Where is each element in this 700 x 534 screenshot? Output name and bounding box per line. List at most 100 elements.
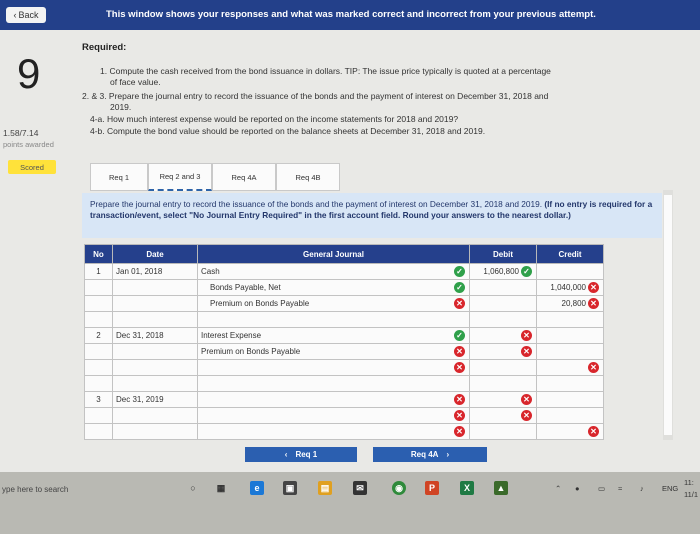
tab-req-1[interactable]: Req 1 — [90, 163, 148, 191]
requirement-2-3: 2. & 3. Prepare the journal entry to rec… — [82, 91, 549, 101]
network-icon[interactable]: ● — [575, 484, 580, 493]
entry-number — [84, 359, 113, 376]
debit-field[interactable] — [469, 375, 537, 392]
journal-row: Premium on Bonds Payable ✕ 20,800 ✕ — [84, 295, 604, 312]
tab-req-4a[interactable]: Req 4A — [212, 163, 276, 191]
journal-row — [84, 375, 604, 392]
entry-number — [84, 311, 113, 328]
taskbar-search-input[interactable]: ype here to search — [0, 478, 182, 500]
tab-req-4b[interactable]: Req 4B — [276, 163, 340, 191]
back-button[interactable]: ‹ Back — [6, 7, 46, 23]
entry-date[interactable] — [112, 407, 198, 424]
instructions-box: Prepare the journal entry to record the … — [82, 193, 662, 238]
credit-field[interactable] — [536, 375, 604, 392]
account-field[interactable]: Premium on Bonds Payable ✕ — [197, 295, 470, 312]
requirement-2-3-cont: 2019. — [110, 102, 132, 112]
journal-row: ✕ ✕ — [84, 407, 604, 424]
debit-field[interactable] — [469, 359, 537, 376]
incorrect-x-icon: ✕ — [588, 362, 599, 373]
clock-time[interactable]: 11: — [684, 478, 694, 487]
app-icon[interactable]: ▲ — [494, 481, 508, 495]
entry-date[interactable] — [112, 343, 198, 360]
store-icon[interactable]: ▣ — [283, 481, 297, 495]
entry-number: 2 — [84, 327, 113, 344]
journal-table: No Date General Journal Debit Credit 1 Ja… — [84, 244, 604, 440]
account-field[interactable]: ✕ — [197, 359, 470, 376]
wifi-icon[interactable]: ≈ — [618, 484, 622, 493]
question-number: 9 — [17, 50, 41, 97]
journal-row: Bonds Payable, Net ✓ 1,040,000 ✕ — [84, 279, 604, 296]
account-field[interactable]: Interest Expense ✓ — [197, 327, 470, 344]
credit-field[interactable]: ✕ — [536, 423, 604, 440]
task-view-icon[interactable]: ▦ — [214, 481, 228, 495]
journal-row — [84, 311, 604, 328]
debit-field[interactable]: 1,060,800 ✓ — [469, 263, 537, 280]
debit-field[interactable]: ✕ — [469, 407, 537, 424]
tab-req-2-and-3[interactable]: Req 2 and 3 — [148, 163, 212, 191]
debit-field[interactable]: ✕ — [469, 391, 537, 408]
powerpoint-icon[interactable]: P — [425, 481, 439, 495]
chrome-icon[interactable]: ◉ — [392, 481, 406, 495]
account-field[interactable] — [197, 311, 470, 328]
credit-field[interactable] — [536, 311, 604, 328]
credit-field-value — [586, 347, 600, 356]
account-field[interactable]: Cash ✓ — [197, 263, 470, 280]
clock-date[interactable]: 11/1 — [684, 490, 698, 499]
credit-field[interactable] — [536, 263, 604, 280]
credit-field[interactable] — [536, 327, 604, 344]
credit-field-value — [586, 379, 600, 388]
microphone-icon[interactable]: ○ — [186, 481, 200, 495]
credit-field-value — [586, 411, 600, 420]
entry-number — [84, 295, 113, 312]
entry-date[interactable] — [112, 295, 198, 312]
prev-req-button[interactable]: ‹ Req 1 — [245, 447, 357, 462]
file-explorer-icon[interactable]: ▤ — [318, 481, 332, 495]
scrollbar-thumb[interactable] — [664, 195, 672, 435]
debit-field-value — [519, 315, 533, 324]
debit-field[interactable] — [469, 311, 537, 328]
entry-date[interactable] — [112, 359, 198, 376]
edge-browser-icon[interactable]: e — [250, 481, 264, 495]
credit-field[interactable] — [536, 391, 604, 408]
incorrect-x-icon: ✕ — [454, 426, 465, 437]
account-field[interactable]: Premium on Bonds Payable ✕ — [197, 343, 470, 360]
debit-field[interactable] — [469, 279, 537, 296]
entry-date[interactable]: Dec 31, 2018 — [112, 327, 198, 344]
debit-field[interactable]: ✕ — [469, 343, 537, 360]
account-field[interactable]: ✕ — [197, 391, 470, 408]
debit-field[interactable]: ✕ — [469, 327, 537, 344]
scored-badge: Scored — [8, 160, 56, 174]
entry-date[interactable] — [112, 423, 198, 440]
account-field[interactable] — [197, 375, 470, 392]
credit-field[interactable]: 20,800 ✕ — [536, 295, 604, 312]
incorrect-x-icon: ✕ — [521, 346, 532, 357]
header-date: Date — [112, 244, 198, 264]
debit-field-value — [519, 283, 533, 292]
credit-field[interactable] — [536, 343, 604, 360]
tray-chevron-icon[interactable]: ⌃ — [555, 484, 561, 493]
credit-field[interactable]: 1,040,000 ✕ — [536, 279, 604, 296]
debit-field[interactable] — [469, 423, 537, 440]
account-field[interactable]: ✕ — [197, 407, 470, 424]
account-field[interactable]: Bonds Payable, Net ✓ — [197, 279, 470, 296]
language-indicator[interactable]: ENG — [662, 484, 678, 493]
next-req-button[interactable]: Req 4A › — [373, 447, 487, 462]
credit-field-value — [586, 315, 600, 324]
entry-date[interactable]: Dec 31, 2019 — [112, 391, 198, 408]
entry-number-value: 1 — [96, 267, 101, 276]
mail-icon[interactable]: ✉ — [353, 481, 367, 495]
credit-field[interactable]: ✕ — [536, 359, 604, 376]
correct-check-icon: ✓ — [454, 282, 465, 293]
entry-date[interactable]: Jan 01, 2018 — [112, 263, 198, 280]
incorrect-x-icon: ✕ — [588, 282, 599, 293]
score-label: points awarded — [3, 140, 54, 149]
excel-icon[interactable]: X — [460, 481, 474, 495]
entry-date[interactable] — [112, 375, 198, 392]
entry-date[interactable] — [112, 311, 198, 328]
debit-field[interactable] — [469, 295, 537, 312]
volume-icon[interactable]: ♪ — [640, 484, 644, 493]
account-field[interactable]: ✕ — [197, 423, 470, 440]
credit-field[interactable] — [536, 407, 604, 424]
battery-icon[interactable]: ▭ — [598, 484, 605, 493]
entry-date[interactable] — [112, 279, 198, 296]
